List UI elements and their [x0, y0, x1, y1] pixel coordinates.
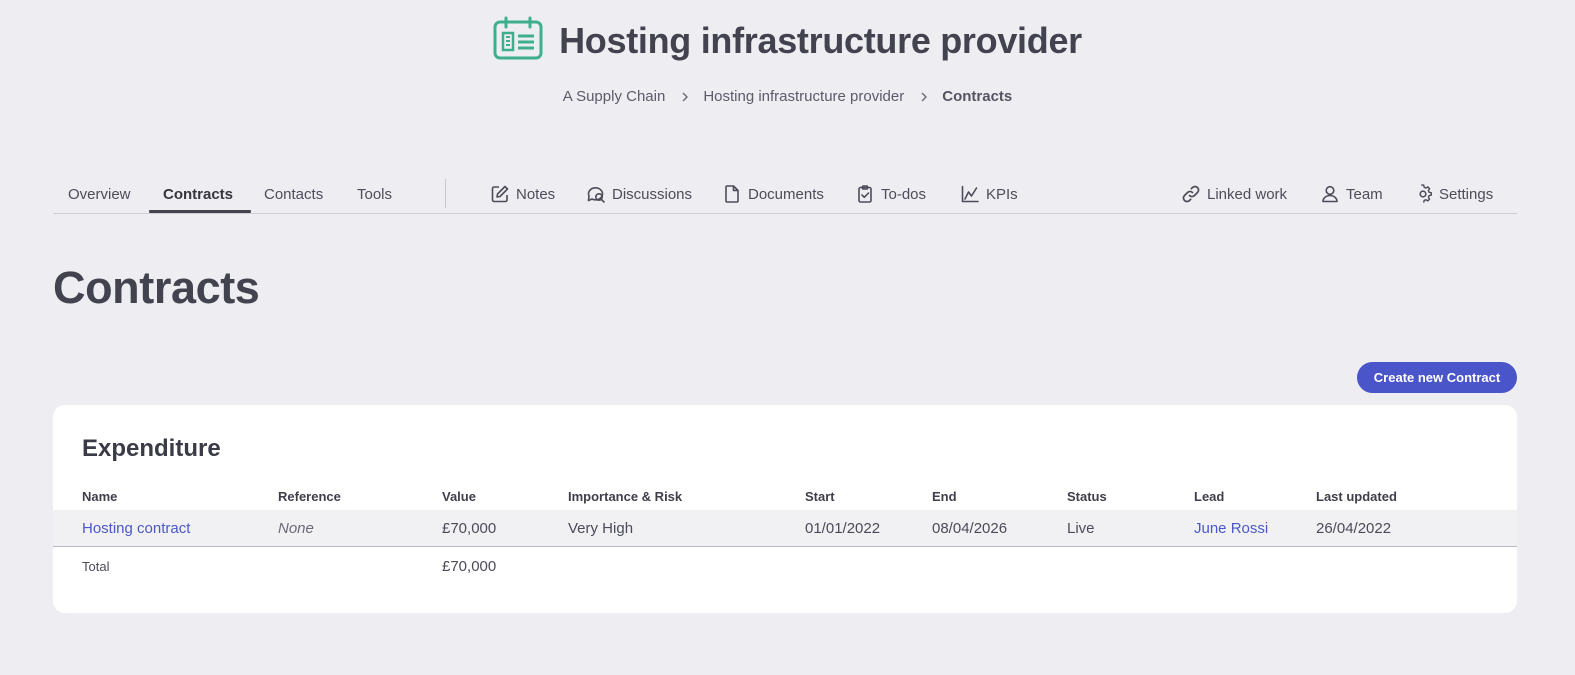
contracts-table: Name Reference Value Importance & Risk S…: [53, 479, 1517, 584]
table-row: Hosting contract None £70,000 Very High …: [53, 510, 1517, 547]
contract-name-link[interactable]: Hosting contract: [82, 520, 190, 537]
table-total-row: Total £70,000: [53, 547, 1517, 584]
tab-notes[interactable]: Notes: [490, 175, 555, 213]
active-tab-indicator: [149, 210, 251, 213]
document-icon: [725, 185, 739, 203]
breadcrumb-current: Contracts: [942, 88, 1013, 105]
column-header-reference: Reference: [278, 489, 341, 504]
tab-bar: Overview Contracts Contacts Tools Notes …: [53, 175, 1517, 214]
tab-contacts[interactable]: Contacts: [264, 175, 323, 213]
tab-settings[interactable]: Settings: [1413, 175, 1493, 213]
edit-icon: [491, 185, 509, 203]
create-new-contract-button[interactable]: Create new Contract: [1357, 362, 1517, 393]
contract-start-date: 01/01/2022: [805, 520, 881, 537]
tab-kpis[interactable]: KPIs: [960, 175, 1018, 213]
user-icon: [1322, 185, 1338, 203]
tab-label: To-dos: [881, 185, 927, 203]
discussions-icon: [587, 187, 605, 203]
gear-icon: [1419, 184, 1432, 203]
tab-documents[interactable]: Documents: [722, 175, 824, 213]
section-title: Contracts: [53, 262, 260, 313]
tab-contracts[interactable]: Contracts: [163, 175, 233, 213]
column-header-start: Start: [805, 489, 835, 504]
chart-line-icon: [961, 185, 979, 203]
tab-tools[interactable]: Tools: [357, 175, 392, 213]
chevron-right-icon: [682, 92, 689, 101]
card-title: Expenditure: [82, 435, 221, 462]
tab-label: Team: [1346, 185, 1383, 203]
breadcrumb-item[interactable]: A Supply Chain: [563, 88, 666, 105]
tab-divider: [445, 179, 446, 208]
column-header-status: Status: [1067, 489, 1107, 504]
tab-linked-work[interactable]: Linked work: [1181, 175, 1287, 213]
chevron-right-icon: [921, 92, 928, 101]
column-header-last-updated: Last updated: [1316, 489, 1397, 504]
tab-discussions[interactable]: Discussions: [586, 175, 692, 213]
column-header-lead: Lead: [1194, 489, 1225, 504]
tab-label: Settings: [1439, 185, 1494, 203]
link-icon: [1182, 185, 1200, 203]
contract-importance-risk: Very High: [568, 520, 634, 537]
expenditure-card: Expenditure Name Reference Value Importa…: [53, 405, 1517, 613]
tab-label: Linked work: [1207, 185, 1288, 203]
clipboard-check-icon: [858, 185, 872, 203]
total-value: £70,000: [442, 558, 497, 575]
supplier-calendar-icon: [493, 16, 543, 65]
column-header-end: End: [932, 489, 957, 504]
column-header-importance-risk: Importance & Risk: [568, 489, 683, 504]
breadcrumb: A Supply Chain Hosting infrastructure pr…: [0, 88, 1575, 105]
tab-overview[interactable]: Overview: [68, 175, 131, 213]
contract-status: Live: [1067, 520, 1095, 537]
contract-end-date: 08/04/2026: [932, 520, 1008, 537]
tab-label: Notes: [516, 185, 556, 203]
tab-to-dos[interactable]: To-dos: [855, 175, 926, 213]
title-row: Hosting infrastructure provider: [0, 16, 1575, 65]
breadcrumb-item[interactable]: Hosting infrastructure provider: [703, 88, 904, 105]
tab-label: KPIs: [986, 185, 1018, 203]
tab-label: Documents: [748, 185, 824, 203]
column-header-value: Value: [442, 489, 476, 504]
contract-reference: None: [278, 520, 314, 537]
column-header-name: Name: [82, 489, 118, 504]
contract-lead-link[interactable]: June Rossi: [1194, 520, 1268, 537]
page-title: Hosting infrastructure provider: [559, 19, 1082, 61]
tab-label: Discussions: [612, 185, 693, 203]
contract-value: £70,000: [442, 520, 497, 537]
tab-team[interactable]: Team: [1320, 175, 1383, 213]
table-header-row: Name Reference Value Importance & Risk S…: [53, 479, 1517, 510]
total-label: Total: [82, 559, 110, 574]
contract-last-updated: 26/04/2022: [1316, 520, 1392, 537]
